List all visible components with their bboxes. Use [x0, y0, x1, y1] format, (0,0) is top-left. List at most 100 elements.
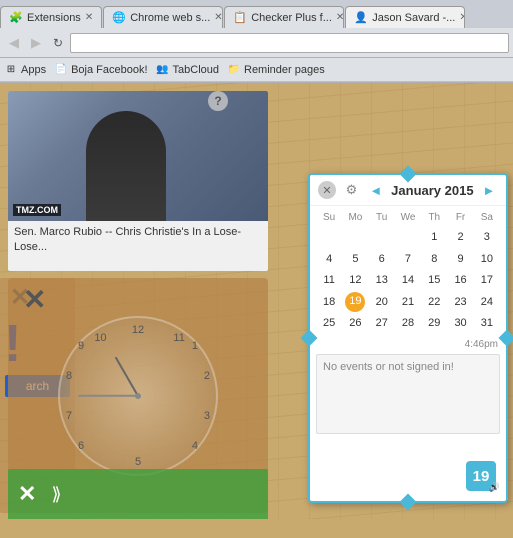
- tab-chrome-web[interactable]: 🌐 Chrome web s... ✕: [103, 6, 223, 28]
- cal-day-31[interactable]: 31: [474, 313, 500, 335]
- tab-jason[interactable]: 👤 Jason Savard -... ✕: [345, 6, 465, 28]
- clock-num-5: 5: [135, 456, 141, 468]
- cal-day-22[interactable]: 22: [421, 292, 447, 314]
- cal-day-30[interactable]: 30: [447, 313, 473, 335]
- clock-num-6: 6: [78, 440, 84, 452]
- resize-handle-bottom[interactable]: [400, 494, 417, 511]
- bookmark-boja[interactable]: 📄 Boja Facebook!: [54, 63, 147, 77]
- clock-num-9: 9: [78, 340, 84, 352]
- cal-day-9[interactable]: 9: [447, 249, 473, 271]
- jason-tab-icon: 👤: [354, 11, 368, 25]
- calendar-settings-button[interactable]: ⚙: [342, 181, 360, 199]
- cal-day-16[interactable]: 16: [447, 270, 473, 292]
- calendar-close-button[interactable]: ✕: [318, 181, 336, 199]
- forward-button[interactable]: ▶: [26, 33, 46, 53]
- cal-day-7[interactable]: 7: [395, 249, 421, 271]
- browser-chrome: 🧩 Extensions ✕ 🌐 Chrome web s... ✕ 📋 Che…: [0, 0, 513, 83]
- clock-close-button[interactable]: ✕: [23, 286, 46, 315]
- bookmarks-bar: ⊞ Apps 📄 Boja Facebook! 👥 TabCloud 📁 Rem…: [0, 58, 513, 82]
- main-content: Sen. Marco Rubio -- Chris Christie's In …: [0, 83, 513, 519]
- calendar-time: 4:46pm: [310, 339, 506, 354]
- cal-day-25[interactable]: 25: [316, 313, 342, 335]
- bottom-close-icon[interactable]: ✕: [18, 481, 36, 507]
- tab-extensions-close[interactable]: ✕: [85, 12, 93, 23]
- news-image: [8, 91, 268, 221]
- cal-day-6[interactable]: 6: [369, 249, 395, 271]
- cal-day-14[interactable]: 14: [395, 270, 421, 292]
- cal-day-10[interactable]: 10: [474, 249, 500, 271]
- calendar-grid: Su Mo Tu We Th Fr Sa 1 2 3 4 5 6: [310, 206, 506, 339]
- cal-day-12[interactable]: 12: [342, 270, 368, 292]
- cal-day-21[interactable]: 21: [395, 292, 421, 314]
- clock-num-8: 8: [66, 370, 72, 382]
- cal-day-empty: [316, 227, 342, 249]
- address-bar[interactable]: [70, 33, 509, 53]
- bookmark-reminder[interactable]: 📁 Reminder pages: [227, 63, 325, 77]
- calendar-badge-number: 19 🔊: [466, 461, 496, 491]
- clock-num-12: 12: [132, 324, 144, 336]
- clock-num-2: 2: [204, 370, 210, 382]
- cal-day-15[interactable]: 15: [421, 270, 447, 292]
- cal-day-24[interactable]: 24: [474, 292, 500, 314]
- calendar-events: No events or not signed in!: [316, 354, 500, 434]
- calendar-day-headers: Su Mo Tu We Th Fr Sa: [316, 210, 500, 225]
- tab-chrome-close[interactable]: ✕: [214, 12, 222, 23]
- cal-day-18[interactable]: 18: [316, 292, 342, 314]
- news-caption: Sen. Marco Rubio -- Chris Christie's In …: [8, 221, 268, 260]
- bookmark-tabcloud[interactable]: 👥 TabCloud: [156, 63, 219, 77]
- calendar-next-button[interactable]: ►: [480, 181, 498, 199]
- cal-day-3[interactable]: 3: [474, 227, 500, 249]
- calendar-prev-button[interactable]: ◄: [367, 181, 385, 199]
- cal-day-4[interactable]: 4: [316, 249, 342, 271]
- reload-button[interactable]: ↻: [48, 33, 68, 53]
- chrome-tab-icon: 🌐: [112, 11, 126, 25]
- page-icon: 📄: [54, 63, 68, 77]
- cal-day-20[interactable]: 20: [369, 292, 395, 314]
- cal-day-11[interactable]: 11: [316, 270, 342, 292]
- clock-num-3: 3: [204, 410, 210, 422]
- cal-day-5[interactable]: 5: [342, 249, 368, 271]
- calendar-days: 1 2 3 4 5 6 7 8 9 10 11 12 13 14 15 16 1…: [316, 227, 500, 335]
- clock-center-dot: [135, 393, 141, 399]
- clock-hand-minute: [78, 395, 138, 397]
- back-button[interactable]: ◀: [4, 33, 24, 53]
- news-tile: Sen. Marco Rubio -- Chris Christie's In …: [8, 91, 268, 271]
- folder-icon: 📁: [227, 63, 241, 77]
- sound-icon: 🔊: [489, 482, 500, 493]
- cal-day-23[interactable]: 23: [447, 292, 473, 314]
- cal-day-1[interactable]: 1: [421, 227, 447, 249]
- clock-num-1: 1: [192, 340, 198, 352]
- tab-jason-close[interactable]: ✕: [459, 12, 465, 23]
- people-icon: 👥: [156, 63, 170, 77]
- nav-bar: ◀ ▶ ↻: [0, 28, 513, 58]
- cal-day-8[interactable]: 8: [421, 249, 447, 271]
- cal-day-28[interactable]: 28: [395, 313, 421, 335]
- bottom-arrows-icon: ⟫: [51, 484, 61, 505]
- cal-day-29[interactable]: 29: [421, 313, 447, 335]
- cal-day-empty: [369, 227, 395, 249]
- tab-checker[interactable]: 📋 Checker Plus f... ✕: [224, 6, 344, 28]
- tab-checker-close[interactable]: ✕: [336, 12, 344, 23]
- cal-day-26[interactable]: 26: [342, 313, 368, 335]
- calendar-title: January 2015: [391, 183, 473, 198]
- extensions-tab-icon: 🧩: [9, 11, 23, 25]
- cal-day-empty: [342, 227, 368, 249]
- cal-day-27[interactable]: 27: [369, 313, 395, 335]
- cal-day-19-today[interactable]: 19: [345, 292, 365, 312]
- bottom-partial-tile: ✕ ⟫: [8, 469, 268, 519]
- clock-num-7: 7: [66, 410, 72, 422]
- calendar-popup: ✕ ⚙ ◄ January 2015 ► Su Mo Tu We Th: [308, 173, 508, 503]
- clock-num-10: 10: [94, 332, 106, 344]
- tab-extensions[interactable]: 🧩 Extensions ✕: [0, 6, 102, 28]
- cal-day-2[interactable]: 2: [447, 227, 473, 249]
- clock-face: 12 1 2 3 4 5 6 7 8 9 10 11: [58, 316, 218, 476]
- bookmark-apps[interactable]: ⊞ Apps: [4, 63, 46, 77]
- calendar-badge[interactable]: 19 🔊: [466, 461, 498, 493]
- clock-num-11: 11: [173, 332, 184, 344]
- cal-day-17[interactable]: 17: [474, 270, 500, 292]
- clock-num-4: 4: [192, 440, 198, 452]
- tab-bar: 🧩 Extensions ✕ 🌐 Chrome web s... ✕ 📋 Che…: [0, 0, 513, 28]
- cal-day-empty: [395, 227, 421, 249]
- help-badge[interactable]: ?: [208, 91, 228, 111]
- cal-day-13[interactable]: 13: [369, 270, 395, 292]
